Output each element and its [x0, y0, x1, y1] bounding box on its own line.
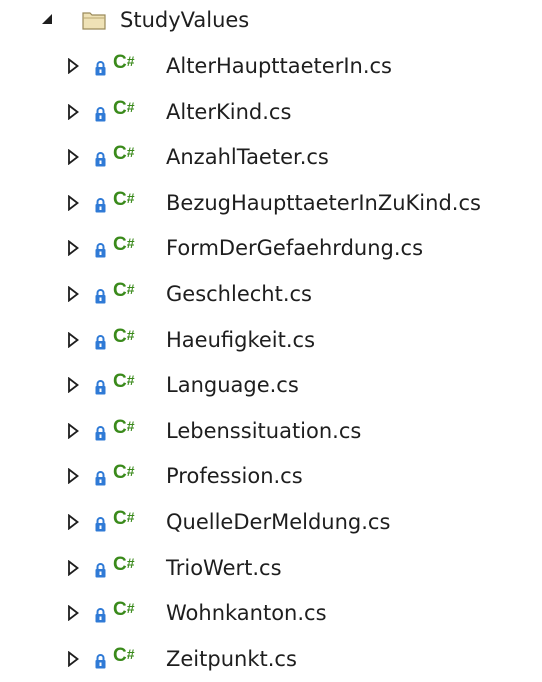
collapsed-triangle-icon[interactable]: [66, 605, 80, 622]
collapsed-triangle-icon[interactable]: [66, 285, 80, 302]
tree-file-item[interactable]: C# AnzahlTaeter.cs: [0, 135, 542, 181]
collapsed-triangle-icon[interactable]: [66, 650, 80, 667]
lock-icon: [94, 286, 107, 304]
lock-icon: [94, 651, 107, 669]
collapsed-triangle-icon[interactable]: [66, 194, 80, 211]
csharp-file-icon: C#: [113, 599, 135, 621]
file-label: BezugHaupttaeterInZuKind.cs: [166, 190, 481, 215]
tree-file-item[interactable]: C# Profession.cs: [0, 454, 542, 500]
file-label: Haeufigkeit.cs: [166, 327, 316, 352]
csharp-file-icon: C#: [113, 644, 135, 666]
csharp-file-icon: C#: [113, 234, 135, 256]
file-label: AnzahlTaeter.cs: [166, 145, 329, 170]
csharp-file-icon: C#: [113, 371, 135, 393]
csharp-file-icon: C#: [113, 188, 135, 210]
tree-folder-studyvalues[interactable]: StudyValues: [0, 0, 542, 44]
csharp-file-icon: C#: [113, 52, 135, 73]
tree-file-item[interactable]: C# Lebenssituation.cs: [0, 409, 542, 455]
file-label: AlterHaupttaeterIn.cs: [166, 54, 392, 78]
csharp-file-icon: C#: [113, 507, 135, 529]
collapsed-triangle-icon[interactable]: [66, 377, 80, 394]
tree-file-item[interactable]: C# FormDerGefaehrdung.cs: [0, 226, 542, 272]
collapsed-triangle-icon[interactable]: [66, 331, 80, 348]
collapsed-triangle-icon[interactable]: [66, 103, 80, 120]
tree-file-item[interactable]: C# BezugHaupttaeterInZuKind.cs: [0, 181, 542, 227]
file-list: C# AlterHaupttaeterIn.cs C# AlterKind.cs: [0, 44, 542, 682]
csharp-file-icon: C#: [113, 325, 135, 347]
lock-icon: [94, 240, 107, 258]
folder-label: StudyValues: [120, 8, 250, 32]
tree-file-item[interactable]: C# Haeufigkeit.cs: [0, 318, 542, 364]
tree-file-item[interactable]: C# Language.cs: [0, 363, 542, 409]
csharp-file-icon: C#: [113, 279, 135, 301]
folder-icon: [82, 10, 106, 30]
collapsed-triangle-icon[interactable]: [66, 468, 80, 485]
csharp-file-icon: C#: [113, 143, 135, 165]
collapsed-triangle-icon[interactable]: [66, 149, 80, 166]
csharp-file-icon: C#: [113, 462, 135, 484]
file-label: Language.cs: [166, 373, 299, 398]
lock-icon: [94, 58, 107, 76]
file-label: Geschlecht.cs: [166, 281, 312, 306]
lock-icon: [94, 332, 107, 350]
lock-icon: [94, 423, 107, 441]
file-label: QuelleDerMeldung.cs: [166, 509, 391, 534]
file-label: Wohnkanton.cs: [166, 601, 327, 626]
lock-icon: [94, 514, 107, 532]
expanded-triangle-icon[interactable]: [40, 11, 54, 27]
tree-file-item[interactable]: C# Zeitpunkt.cs: [0, 637, 542, 682]
solution-explorer-tree: StudyValues C# AlterHaupttaeterIn.cs C# …: [0, 0, 542, 682]
lock-icon: [94, 605, 107, 623]
csharp-file-icon: C#: [113, 97, 135, 119]
lock-icon: [94, 468, 107, 486]
collapsed-triangle-icon[interactable]: [66, 58, 80, 74]
tree-file-item[interactable]: C# Wohnkanton.cs: [0, 591, 542, 637]
file-label: FormDerGefaehrdung.cs: [166, 236, 424, 261]
tree-file-item[interactable]: C# AlterKind.cs: [0, 90, 542, 136]
file-label: Profession.cs: [166, 464, 303, 489]
lock-icon: [94, 104, 107, 122]
collapsed-triangle-icon[interactable]: [66, 559, 80, 576]
lock-icon: [94, 195, 107, 213]
file-label: TrioWert.cs: [166, 555, 282, 580]
tree-file-item[interactable]: C# AlterHaupttaeterIn.cs: [0, 44, 542, 90]
file-label: Lebenssituation.cs: [166, 418, 362, 443]
lock-icon: [94, 377, 107, 395]
collapsed-triangle-icon[interactable]: [66, 240, 80, 257]
tree-file-item[interactable]: C# Geschlecht.cs: [0, 272, 542, 318]
file-label: Zeitpunkt.cs: [166, 646, 297, 671]
collapsed-triangle-icon[interactable]: [66, 513, 80, 530]
file-label: AlterKind.cs: [166, 99, 292, 124]
lock-icon: [94, 560, 107, 578]
lock-icon: [94, 149, 107, 167]
tree-file-item[interactable]: C# QuelleDerMeldung.cs: [0, 500, 542, 546]
collapsed-triangle-icon[interactable]: [66, 422, 80, 439]
csharp-file-icon: C#: [113, 553, 135, 575]
csharp-file-icon: C#: [113, 416, 135, 438]
tree-file-item[interactable]: C# TrioWert.cs: [0, 546, 542, 592]
